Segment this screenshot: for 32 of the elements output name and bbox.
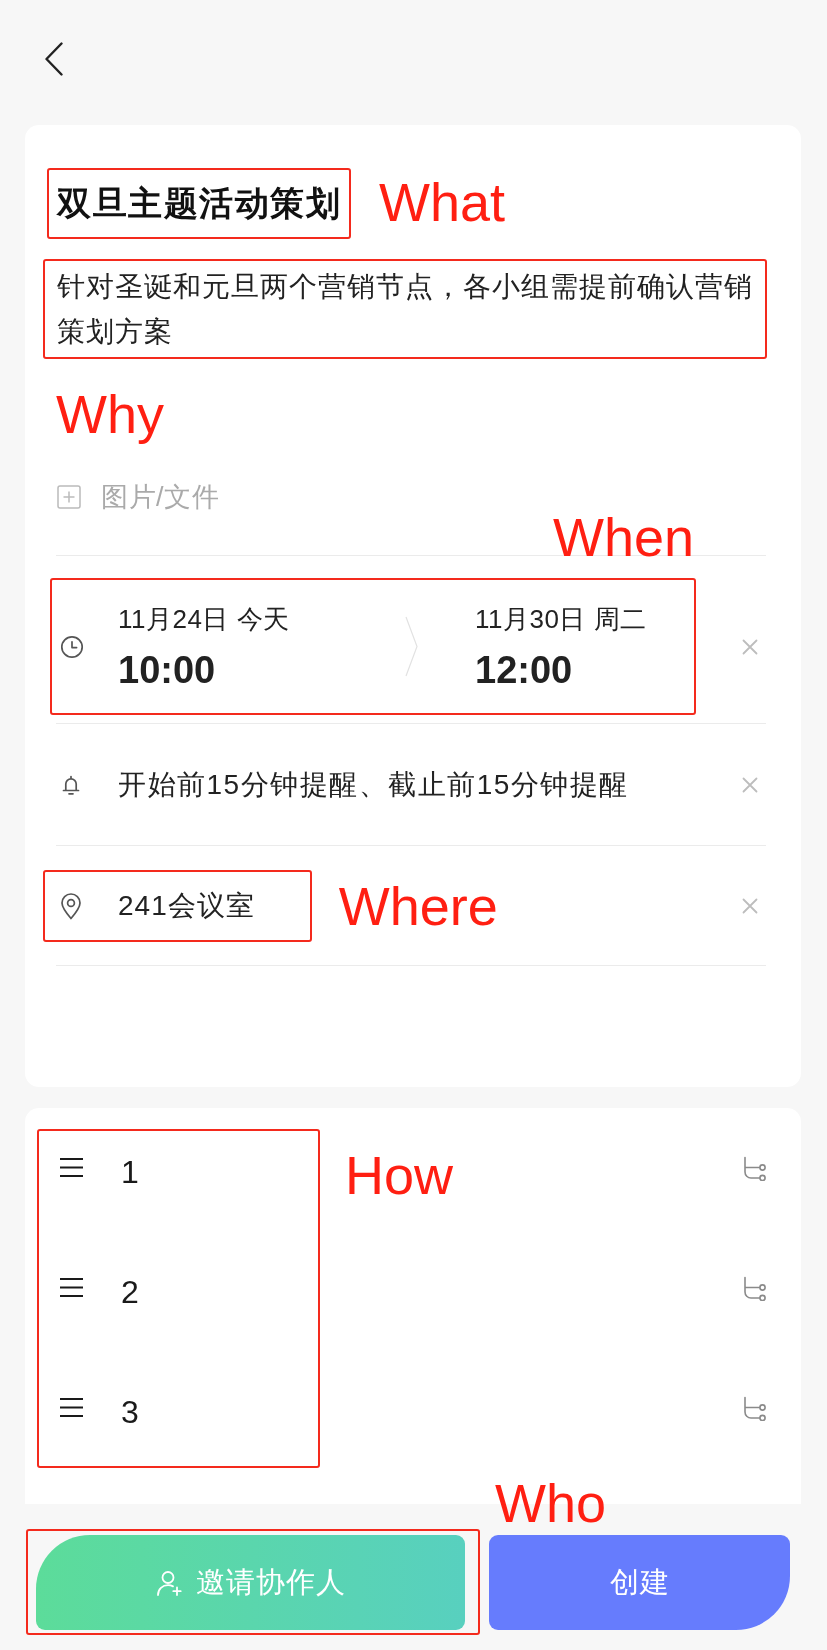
description-field[interactable]: 针对圣诞和元旦两个营销节点，各小组需提前确认营销策划方案 xyxy=(57,264,759,354)
annotation-label: How xyxy=(345,1148,454,1202)
start-time[interactable]: 10:00 xyxy=(118,647,216,693)
step-text[interactable]: 1 xyxy=(121,1152,139,1192)
annotation-label: Who xyxy=(495,1476,607,1530)
annotation-label: Where xyxy=(338,878,498,933)
clock-icon xyxy=(60,634,84,659)
back-icon[interactable] xyxy=(45,42,63,76)
close-icon[interactable] xyxy=(742,776,758,793)
list-icon[interactable] xyxy=(59,1396,84,1418)
reminder-text[interactable]: 开始前15分钟提醒、截止前15分钟提醒 xyxy=(118,764,629,805)
branch-icon[interactable] xyxy=(742,1395,767,1421)
location-pin-icon xyxy=(59,891,83,920)
close-icon[interactable] xyxy=(742,638,758,655)
end-time[interactable]: 12:00 xyxy=(475,647,573,693)
end-date[interactable]: 11月30日 周二 xyxy=(475,603,647,635)
create-button[interactable]: 创建 xyxy=(489,1535,790,1630)
add-person-icon xyxy=(155,1568,184,1597)
close-icon[interactable] xyxy=(742,897,758,914)
list-icon[interactable] xyxy=(59,1156,84,1178)
location-text[interactable]: 241会议室 xyxy=(118,885,255,926)
step-text[interactable]: 2 xyxy=(121,1272,139,1312)
start-date[interactable]: 11月24日 今天 xyxy=(118,603,290,635)
annotation-label: When xyxy=(553,510,695,564)
branch-icon[interactable] xyxy=(742,1155,767,1181)
plus-square-icon xyxy=(57,485,81,509)
annotation-label: What xyxy=(379,174,506,229)
title-field[interactable]: 双旦主题活动策划 xyxy=(57,181,341,226)
branch-icon[interactable] xyxy=(742,1275,767,1301)
step-text[interactable]: 3 xyxy=(121,1392,139,1432)
chevron-right-icon xyxy=(405,616,418,677)
list-icon[interactable] xyxy=(59,1276,84,1298)
